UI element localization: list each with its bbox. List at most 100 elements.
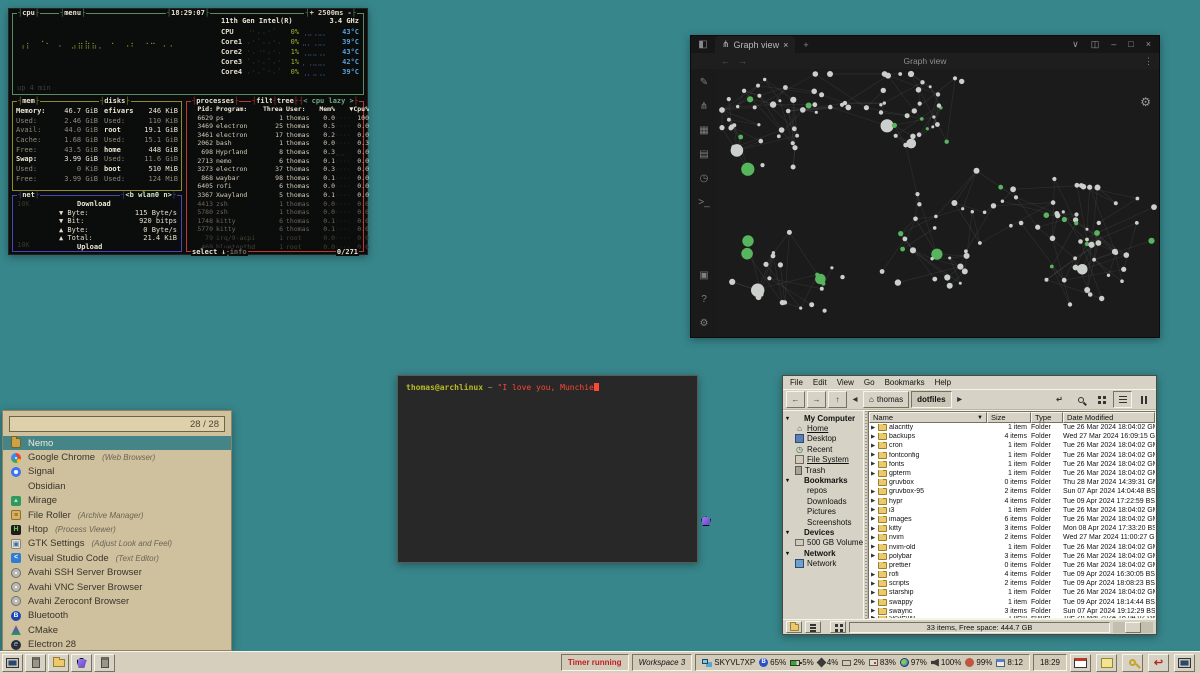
proc-sort-selector[interactable]: < cpu lazy >	[298, 97, 359, 105]
btop-tab-cpu[interactable]: cpu	[17, 9, 40, 17]
proc-tab-tree[interactable]: tree	[272, 97, 299, 105]
expander-icon[interactable]: ▶	[871, 572, 876, 578]
tray-item[interactable]: 4%	[818, 658, 839, 667]
column-header-type[interactable]: Type	[1031, 412, 1063, 423]
expander-icon[interactable]: ▶	[871, 489, 876, 495]
menu-item[interactable]: File	[786, 378, 807, 387]
sidebar-item[interactable]: File System	[786, 455, 863, 465]
sidebar-item[interactable]: repos	[786, 486, 863, 496]
proc-tab-processes[interactable]: processes	[191, 97, 239, 105]
graph-settings-gear-icon[interactable]: ⚙	[1140, 95, 1151, 109]
quick-launch-button[interactable]	[71, 654, 92, 672]
horizontal-scrollbar[interactable]	[1113, 622, 1153, 633]
expander-icon[interactable]: ▶	[871, 471, 876, 477]
tray-app-button[interactable]	[1174, 654, 1195, 672]
ribbon-icon[interactable]: ⋔	[700, 101, 708, 112]
icon-view-icon[interactable]	[1092, 391, 1111, 408]
sidebar-item[interactable]: 500 GB Volume	[786, 538, 863, 548]
mem-title[interactable]: mem	[17, 97, 40, 105]
clock[interactable]: 18:29	[1033, 654, 1067, 671]
column-header-date[interactable]: Date Modified	[1063, 412, 1155, 423]
expander-icon[interactable]: ▶	[871, 434, 876, 440]
sidebar-item[interactable]: Desktop	[786, 434, 863, 444]
table-row[interactable]: ▶ gruvbox 0 items Folder Thu 28 Mar 2024…	[869, 478, 1155, 487]
tray-item[interactable]: SKYVL7XP	[702, 658, 755, 667]
list-item[interactable]: Avahi VNC Server Browser	[3, 580, 231, 594]
table-row[interactable]: ▶ nvim 2 items Folder Wed 27 Mar 2024 11…	[869, 533, 1155, 542]
table-row[interactable]: ▶ rofi 4 items Folder Tue 09 Apr 2024 16…	[869, 570, 1155, 579]
minimize-button[interactable]: –	[1111, 39, 1116, 50]
table-row[interactable]: ▶ starship 1 item Folder Tue 26 Mar 2024…	[869, 588, 1155, 597]
up-button[interactable]: ↑	[828, 391, 847, 408]
list-item[interactable]: Mirage	[3, 494, 231, 508]
search-icon[interactable]	[1071, 391, 1090, 408]
btop-window[interactable]: cpu menu 18:29:07 + 2500ms - ⢠⡆ ⠈⠂ ⠄ ⣠⣶⣷…	[8, 8, 368, 255]
sidebar-item[interactable]: Devices	[786, 527, 863, 537]
table-row[interactable]: ▶ systemd 1 item Folder Tue 26 Mar 2024 …	[869, 616, 1155, 618]
tray-item[interactable]: 65%	[759, 658, 786, 667]
table-row[interactable]: ▶ fontconfig 1 item Folder Tue 26 Mar 20…	[869, 451, 1155, 460]
tray-item[interactable]: 8:12	[996, 658, 1023, 667]
list-item[interactable]: CMake	[3, 623, 231, 637]
list-item[interactable]: File Roller (Archive Manager)	[3, 508, 231, 522]
table-row[interactable]: ▶ backups 4 items Folder Wed 27 Mar 2024…	[869, 432, 1155, 441]
expander-icon[interactable]: ▶	[871, 507, 876, 513]
maximize-button[interactable]: □	[1128, 39, 1133, 50]
list-item[interactable]: Google Chrome (Web Browser)	[3, 450, 231, 464]
quick-launch-button[interactable]	[2, 654, 23, 672]
tray-item[interactable]: 2%	[842, 658, 865, 667]
list-item[interactable]: Signal	[3, 465, 231, 479]
tray-item[interactable]: 100%	[931, 658, 961, 667]
expander-icon[interactable]: ▶	[871, 590, 876, 596]
table-row[interactable]: ▶ kitty 3 items Folder Mon 08 Apr 2024 1…	[869, 524, 1155, 533]
table-row[interactable]: ▶ swaync 3 items Folder Sun 07 Apr 2024 …	[869, 607, 1155, 616]
expander-icon[interactable]: ▶	[871, 498, 876, 504]
menu-item[interactable]: Help	[931, 378, 955, 387]
list-item[interactable]: Avahi Zeroconf Browser	[3, 594, 231, 608]
expander-icon[interactable]: ▶	[871, 516, 876, 522]
sidebar-item[interactable]: Bookmarks	[786, 475, 863, 485]
table-row[interactable]: ▶ images 6 items Folder Tue 26 Mar 2024 …	[869, 515, 1155, 524]
btop-poll-rate[interactable]: + 2500ms -	[304, 9, 357, 17]
table-row[interactable]: ▶ hypr 4 items Folder Tue 09 Apr 2024 17…	[869, 497, 1155, 506]
table-row[interactable]: ▶ fonts 1 item Folder Tue 26 Mar 2024 18…	[869, 460, 1155, 469]
terminal-window[interactable]: thomas@archlinux ~ "I love you, Munchie	[397, 375, 698, 563]
sidebar-item[interactable]: Recent	[786, 444, 863, 454]
expander-icon[interactable]: ▶	[871, 581, 876, 587]
expander-icon[interactable]: ▶	[871, 443, 876, 449]
back-button[interactable]: ←	[786, 391, 805, 408]
workspace-indicator[interactable]: Workspace 3	[632, 654, 693, 671]
expander-icon[interactable]: ▶	[871, 616, 876, 618]
breadcrumb-dotfiles[interactable]: dotfiles	[911, 391, 951, 408]
ribbon-icon[interactable]: ✎	[700, 77, 708, 88]
expander-icon[interactable]: ▶	[871, 553, 876, 559]
proc-footer-select[interactable]: select ↓	[191, 248, 227, 256]
ribbon-icon[interactable]: ⚙	[700, 318, 709, 329]
crumb-scroll-left-icon[interactable]: ◀	[849, 391, 861, 408]
disks-title[interactable]: disks	[99, 97, 131, 105]
column-header-size[interactable]: Size	[987, 412, 1031, 423]
btop-tab-menu[interactable]: menu	[59, 9, 86, 17]
breadcrumb-thomas[interactable]: ⌂ thomas	[863, 391, 909, 408]
tab-graph-view[interactable]: ⋔ Graph view ×	[715, 36, 795, 53]
quick-launch-button[interactable]	[48, 654, 69, 672]
tab-list-chevron-icon[interactable]: ∨	[1072, 39, 1079, 50]
table-row[interactable]: ▶ gruvbox-95 2 items Folder Sun 07 Apr 2…	[869, 487, 1155, 496]
list-item[interactable]: GTK Settings (Adjust Look and Feel)	[3, 537, 231, 551]
table-row[interactable]: ▶ scripts 2 items Folder Tue 09 Apr 2024…	[869, 579, 1155, 588]
graph-nodes[interactable]	[717, 69, 1159, 337]
layout-icon[interactable]: ◫	[1091, 39, 1100, 50]
file-manager-window[interactable]: FileEditViewGoBookmarksHelp ← → ↑ ◀ ⌂ th…	[782, 375, 1157, 635]
ribbon-icon[interactable]: ▦	[699, 125, 708, 136]
proc-footer-info[interactable]: info	[229, 248, 248, 256]
expander-icon[interactable]: ▶	[871, 608, 876, 614]
tray-app-button[interactable]	[1122, 654, 1143, 672]
list-item[interactable]: Visual Studio Code (Text Editor)	[3, 551, 231, 565]
show-hidden-toggle[interactable]	[830, 621, 846, 633]
quick-launch-button[interactable]	[94, 654, 115, 672]
search-input[interactable]: 28 / 28	[9, 416, 225, 432]
menu-item[interactable]: View	[833, 378, 858, 387]
tray-item[interactable]: 99%	[965, 658, 992, 667]
list-item[interactable]: Nemo	[3, 436, 231, 450]
tray-app-button[interactable]	[1148, 654, 1169, 672]
